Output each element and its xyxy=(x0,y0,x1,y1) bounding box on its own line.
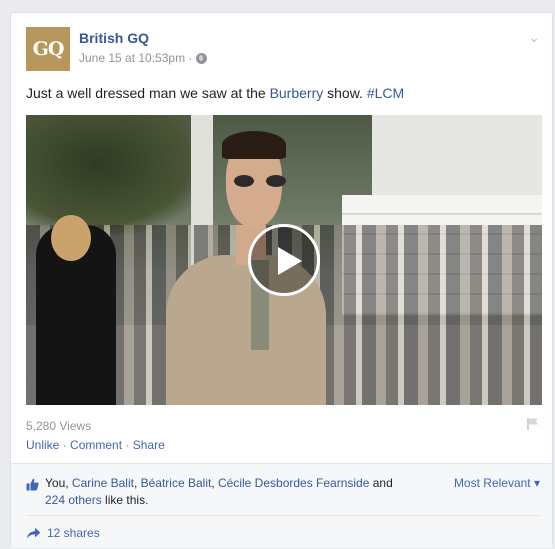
likes-suffix: like this. xyxy=(101,493,149,507)
play-icon[interactable] xyxy=(248,224,320,296)
burberry-link[interactable]: Burberry xyxy=(270,85,324,101)
view-count: 5,280 Views xyxy=(26,419,92,433)
post-timestamp[interactable]: June 15 at 10:53pm · xyxy=(79,51,192,65)
share-icon xyxy=(26,527,41,539)
unlike-link[interactable]: Unlike xyxy=(26,438,59,452)
share-link[interactable]: Share xyxy=(133,438,165,452)
liker-link[interactable]: Carine Balit xyxy=(72,476,134,490)
post-header: GQ British GQ June 15 at 10:53pm · ⌄ xyxy=(26,27,540,73)
likes-summary: You, Carine Balit, Béatrice Balit, Cécil… xyxy=(45,475,435,509)
likes-comma: , xyxy=(133,476,141,490)
liker-link[interactable]: Cécile Desbordes Fearnside xyxy=(218,476,369,490)
page-avatar[interactable]: GQ xyxy=(26,27,70,71)
action-links: Unlike · Comment · Share xyxy=(26,438,165,452)
video-scene-sunglasses xyxy=(234,175,286,187)
post-card: GQ British GQ June 15 at 10:53pm · ⌄ Jus… xyxy=(10,12,553,548)
flag-icon[interactable] xyxy=(526,417,540,431)
others-link[interactable]: 224 others xyxy=(45,493,102,507)
hashtag-link[interactable]: #LCM xyxy=(367,85,404,101)
action-separator: · xyxy=(59,438,71,452)
thumbs-up-icon xyxy=(26,478,39,491)
video-scene-trees xyxy=(26,115,206,235)
likes-and: and xyxy=(369,476,393,490)
video-scene-man-hair xyxy=(222,131,286,159)
video-scene-stage xyxy=(372,115,542,195)
likes-divider xyxy=(11,463,552,464)
chevron-down-icon[interactable]: ⌄ xyxy=(528,29,540,46)
video-player[interactable] xyxy=(26,115,542,405)
post-text: Just a well dressed man we saw at the Bu… xyxy=(26,85,404,101)
comment-sort-dropdown[interactable]: Most Relevant ▾ xyxy=(454,476,540,490)
liker-link[interactable]: Béatrice Balit xyxy=(141,476,212,490)
action-separator: · xyxy=(122,438,133,452)
timestamp-row: June 15 at 10:53pm · xyxy=(79,51,208,65)
shares-count[interactable]: 12 shares xyxy=(47,526,100,540)
shares-divider xyxy=(26,515,540,516)
globe-icon xyxy=(196,52,208,64)
post-text-part: Just a well dressed man we saw at the xyxy=(26,85,270,101)
avatar-logo-text: GQ xyxy=(32,38,65,60)
shares-row[interactable]: 12 shares xyxy=(26,526,100,540)
likes-comma: , xyxy=(211,476,218,490)
post-text-part: show. xyxy=(323,85,367,101)
likes-section: You, Carine Balit, Béatrice Balit, Cécil… xyxy=(11,463,552,548)
page-name-link[interactable]: British GQ xyxy=(79,30,149,46)
comment-link[interactable]: Comment xyxy=(70,438,122,452)
likes-you: You, xyxy=(45,476,72,490)
video-scene-woman-head xyxy=(51,215,91,261)
